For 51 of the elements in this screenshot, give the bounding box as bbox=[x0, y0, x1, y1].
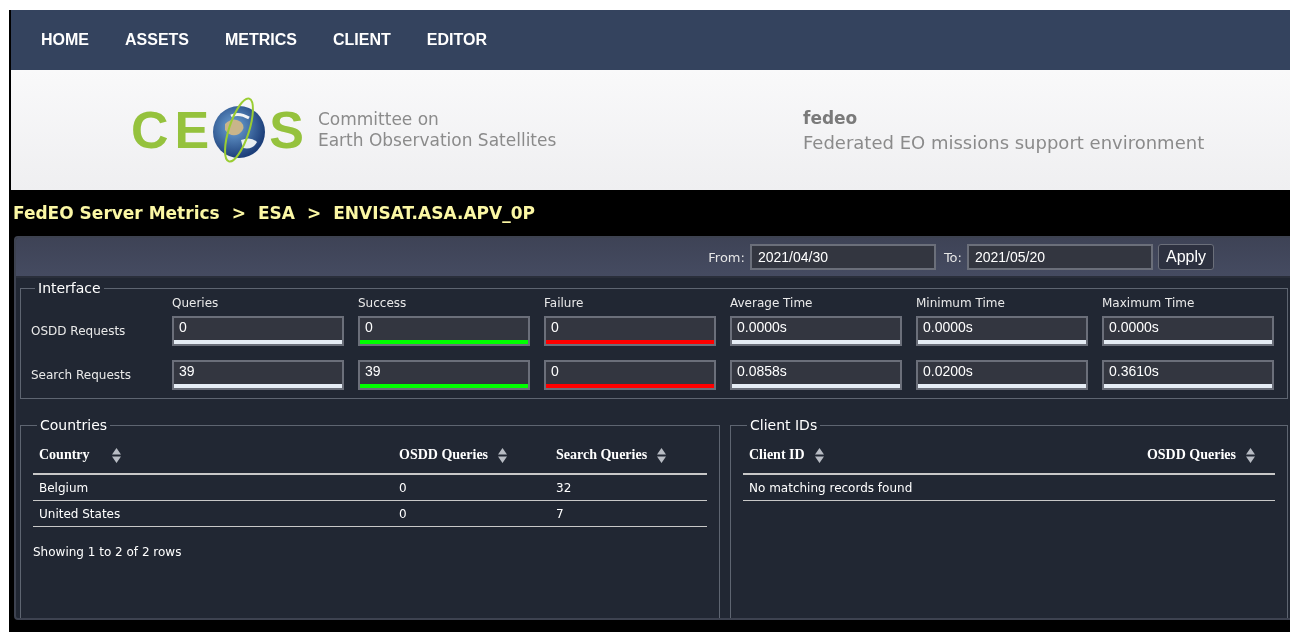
sort-icon[interactable] bbox=[498, 447, 508, 463]
column-header: Failure bbox=[544, 296, 585, 310]
section-title: Countries bbox=[39, 417, 109, 433]
column-header[interactable]: Client ID bbox=[749, 447, 805, 463]
sort-icon[interactable] bbox=[657, 447, 667, 463]
column-header: Success bbox=[358, 296, 408, 310]
breadcrumb-item[interactable]: ENVISAT.ASA.APV_0P bbox=[333, 203, 535, 223]
breadcrumb-separator: > bbox=[306, 203, 322, 223]
breadcrumb-item[interactable]: FedEO Server Metrics bbox=[13, 203, 220, 223]
column-header[interactable]: OSDD Queries bbox=[399, 447, 489, 463]
nav-link[interactable]: ASSETS bbox=[125, 31, 189, 49]
column-header: Average Time bbox=[730, 296, 814, 310]
logo-letters: CE bbox=[131, 100, 216, 160]
pagination-info: Showing 1 to 2 of 2 rows bbox=[33, 545, 183, 559]
column-header: Queries bbox=[172, 296, 220, 310]
column-header: Minimum Time bbox=[916, 296, 1006, 310]
breadcrumb-separator: > bbox=[231, 203, 246, 223]
table-cell: United States bbox=[39, 507, 121, 521]
sort-icon[interactable] bbox=[814, 447, 824, 463]
table-cell: 0 bbox=[399, 507, 407, 521]
to-label: To: bbox=[943, 249, 962, 265]
nav-link[interactable]: EDITOR bbox=[426, 31, 487, 49]
column-header: Maximum Time bbox=[1102, 296, 1196, 310]
sort-icon[interactable] bbox=[1246, 447, 1255, 463]
from-date-field[interactable]: 2021/04/30 bbox=[749, 244, 936, 270]
nav-link[interactable]: METRICS bbox=[225, 31, 297, 49]
globe-icon bbox=[211, 94, 268, 166]
table-cell: 7 bbox=[556, 507, 564, 521]
row-label: OSDD Requests bbox=[31, 324, 127, 338]
row-label: Search Requests bbox=[31, 368, 133, 382]
column-header[interactable]: Country bbox=[39, 447, 90, 463]
section-title: Interface bbox=[37, 280, 102, 296]
sort-icon[interactable] bbox=[111, 447, 121, 463]
empty-message: No matching records found bbox=[749, 481, 913, 495]
org-name-line: Committee on bbox=[317, 109, 440, 130]
table-cell: 32 bbox=[556, 481, 572, 495]
to-date-field[interactable]: 2021/05/20 bbox=[966, 244, 1153, 270]
org-name-line: Earth Observation Satellites bbox=[317, 130, 557, 151]
nav-link[interactable]: CLIENT bbox=[333, 31, 391, 49]
from-label: From: bbox=[708, 249, 745, 265]
site-name: fedeo bbox=[803, 107, 859, 128]
table-cell: 0 bbox=[399, 481, 407, 495]
logo-letters: S bbox=[269, 100, 310, 160]
column-header[interactable]: Search Queries bbox=[556, 447, 648, 463]
table-cell: Belgium bbox=[39, 481, 89, 495]
breadcrumb-item[interactable]: ESA bbox=[257, 203, 295, 223]
apply-button[interactable]: Apply bbox=[1157, 244, 1214, 270]
section-title: Client IDs bbox=[749, 417, 819, 433]
column-header[interactable]: OSDD Queries bbox=[1146, 447, 1236, 463]
site-tagline: Federated EO missions support environment bbox=[803, 131, 1205, 153]
nav-link[interactable]: HOME bbox=[41, 31, 89, 49]
